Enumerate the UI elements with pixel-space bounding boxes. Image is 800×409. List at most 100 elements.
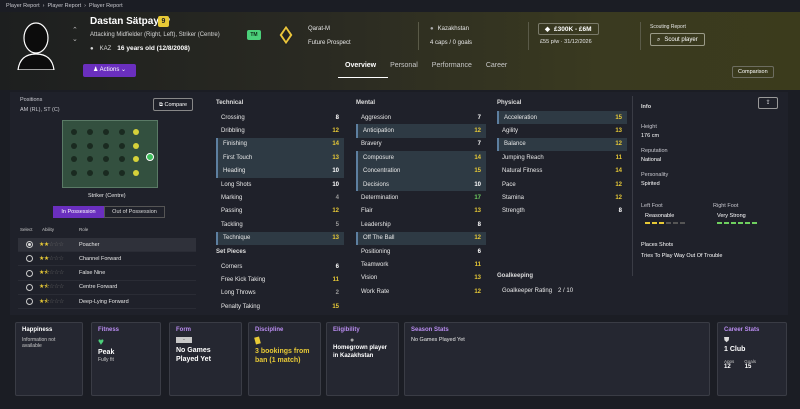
role-row[interactable]: ★★☆☆☆ Channel Forward <box>18 252 196 267</box>
happiness-card[interactable]: Happiness Information not available <box>15 322 83 396</box>
form-card[interactable]: Form - No Games Played Yet <box>169 322 242 396</box>
info-export-button[interactable]: ⇪ <box>758 97 778 109</box>
attribute-row[interactable]: Anticipation 12 <box>356 124 486 138</box>
role-radio[interactable] <box>26 283 33 291</box>
season-stats-card[interactable]: Season Stats No Games Played Yet <box>404 322 710 396</box>
attribute-name: Anticipation <box>363 128 395 135</box>
attribute-row[interactable]: Tackling 5 <box>216 218 344 231</box>
breadcrumb-item[interactable]: Player Report <box>47 3 81 9</box>
attribute-row[interactable]: Finishing 14 <box>216 137 344 152</box>
attribute-row[interactable]: Penalty Taking 15 <box>216 300 344 313</box>
attribute-value: 8 <box>618 208 622 215</box>
attribute-row[interactable]: First Touch 13 <box>216 151 344 165</box>
pitch-position <box>87 143 93 149</box>
role-radio[interactable] <box>26 269 33 277</box>
role-radio[interactable] <box>26 255 33 263</box>
attribute-row[interactable]: Balance 12 <box>497 137 627 152</box>
scout-player-button[interactable]: ⌕ Scout player <box>650 33 705 46</box>
attribute-row[interactable]: Concentration 15 <box>356 164 486 178</box>
attribute-row[interactable]: Leadership 8 <box>356 218 486 231</box>
attribute-row[interactable]: Jumping Reach 11 <box>497 151 627 164</box>
attribute-row[interactable]: Agility 13 <box>497 124 627 137</box>
attribute-row[interactable]: Determination 17 <box>356 191 486 204</box>
attribute-name: Teamwork <box>361 261 389 268</box>
comparison-button[interactable]: Comparison <box>732 66 774 78</box>
attribute-row[interactable]: Composure 14 <box>356 151 486 165</box>
mental-title: Mental <box>356 100 376 106</box>
tab-performance[interactable]: Performance <box>432 62 472 69</box>
attribute-row[interactable]: Off The Ball 12 <box>356 231 486 245</box>
attribute-row[interactable]: Free Kick Taking 11 <box>216 273 344 286</box>
role-ability-stars: ★⯪☆☆☆ <box>39 298 64 305</box>
attribute-value: 12 <box>474 128 481 135</box>
attribute-row[interactable]: Strength 8 <box>497 205 627 218</box>
club-crest-icon[interactable] <box>278 24 294 46</box>
attribute-row[interactable]: Work Rate 12 <box>356 285 486 298</box>
player-avatar <box>17 22 55 70</box>
attribute-row[interactable]: Stamina 12 <box>497 191 627 204</box>
attribute-row[interactable]: Marking 4 <box>216 191 344 204</box>
attribute-row[interactable]: Decisions 10 <box>356 177 486 192</box>
attribute-row[interactable]: Long Shots 10 <box>216 178 344 191</box>
physical-title: Physical <box>497 100 522 106</box>
attribute-row[interactable]: Heading 10 <box>216 164 344 178</box>
breadcrumb-item[interactable]: Player Report <box>6 3 40 9</box>
role-radio[interactable] <box>26 298 33 306</box>
attribute-row[interactable]: Vision 13 <box>356 272 486 285</box>
attribute-value: 17 <box>474 195 481 202</box>
attribute-value: 10 <box>332 168 339 175</box>
role-row[interactable]: ★⯪☆☆☆ Deep-Lying Forward <box>18 295 196 310</box>
role-ability-stars: ★★☆☆☆ <box>39 256 64 263</box>
info-title: Info <box>641 104 652 110</box>
club-name[interactable]: Qarat-M <box>308 26 330 32</box>
fitness-card[interactable]: Fitness ♥ Peak Fully fit <box>91 322 161 396</box>
out-of-possession-toggle[interactable]: Out of Possession <box>104 206 165 218</box>
attribute-name: Marking <box>221 195 243 202</box>
attribute-row[interactable]: Flair 13 <box>356 205 486 218</box>
discipline-card[interactable]: Discipline 3 bookings from ban (1 match) <box>248 322 321 396</box>
actions-button[interactable]: ♟ Actions ⌄ <box>83 64 136 77</box>
mental-attributes: Aggression 7 Anticipation 12 Bravery 7 Composu… <box>356 111 486 298</box>
attribute-name: Heading <box>223 168 246 175</box>
role-row[interactable]: ★★☆☆☆ Poacher <box>18 238 196 252</box>
tab-overview[interactable]: Overview <box>345 62 376 69</box>
attribute-row[interactable]: Crossing 8 <box>216 111 344 124</box>
attribute-row[interactable]: Corners 6 <box>216 260 344 273</box>
left-foot-value: Reasonable <box>645 213 675 219</box>
attribute-row[interactable]: Technique 13 <box>216 231 344 245</box>
breadcrumb: Player Report › Player Report › Player Rep… <box>6 3 123 9</box>
wage-contract: £55 p/w · 31/12/2026 <box>540 39 592 45</box>
career-stats-card[interactable]: Career Stats ⛊ 1 Club Apps Goals 12 15 <box>717 322 787 396</box>
tab-personal[interactable]: Personal <box>390 62 418 69</box>
attribute-name: Corners <box>221 263 243 270</box>
player-switch-arrows[interactable]: ⌃ ⌄ <box>72 26 78 44</box>
role-radio[interactable] <box>26 241 33 248</box>
attribute-row[interactable]: Passing 12 <box>216 205 344 218</box>
in-possession-toggle[interactable]: In Possession <box>53 206 104 218</box>
pitch-position <box>71 129 77 135</box>
pitch-position <box>71 143 77 149</box>
attribute-row[interactable]: Positioning 6 <box>356 245 486 258</box>
selected-position-label: Striker (Centre) <box>88 193 126 199</box>
attribute-row[interactable]: Dribbling 12 <box>216 124 344 137</box>
attribute-value: 13 <box>474 275 481 282</box>
right-foot-meter <box>717 222 757 224</box>
attribute-row[interactable]: Teamwork 11 <box>356 258 486 271</box>
nationality[interactable]: ● Kazakhstan <box>430 26 469 32</box>
international-caps: 4 caps / 0 goals <box>430 40 473 46</box>
tab-career[interactable]: Career <box>486 62 507 69</box>
attribute-row[interactable]: Long Throws 2 <box>216 287 344 300</box>
trait-places-shots: Places Shots <box>641 242 674 248</box>
role-row[interactable]: ★⯪☆☆☆ False Nine <box>18 267 196 281</box>
attribute-row[interactable]: Bravery 7 <box>356 138 486 151</box>
attribute-row[interactable]: Aggression 7 <box>356 111 486 124</box>
attribute-value: 13 <box>474 208 481 215</box>
attribute-row[interactable]: Acceleration 15 <box>497 111 627 125</box>
attribute-row[interactable]: Pace 12 <box>497 178 627 191</box>
breadcrumb-item[interactable]: Player Report <box>89 3 123 9</box>
attribute-row[interactable]: Natural Fitness 14 <box>497 165 627 178</box>
eligibility-card[interactable]: Eligibility ● Homegrown player in Kazakh… <box>326 322 399 396</box>
compare-button[interactable]: ⧉ Compare <box>153 98 194 111</box>
attribute-value: 13 <box>332 154 339 161</box>
role-row[interactable]: ★⯪☆☆☆ Centre Forward <box>18 281 196 295</box>
